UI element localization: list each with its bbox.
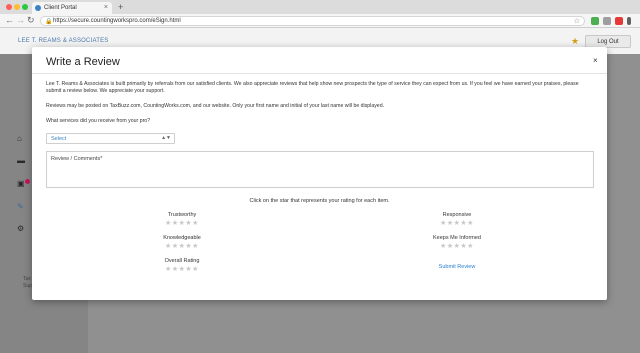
modal-title: Write a Review xyxy=(46,56,120,68)
write-review-modal: Write a Review × Lee T. Reams & Associat… xyxy=(32,47,607,300)
chat-icon[interactable]: ▬ xyxy=(17,156,25,165)
settings-icon[interactable]: ⚙ xyxy=(17,224,24,233)
minimize-window-button[interactable] xyxy=(14,4,20,10)
tab-close-icon[interactable]: × xyxy=(104,4,108,11)
favorite-star-icon[interactable]: ★ xyxy=(571,36,579,47)
browser-toolbar: ← → ↻ 🔒 https://secure.countingworkspro.… xyxy=(0,14,640,28)
services-question: What services did you receive from your … xyxy=(46,118,151,124)
select-value: Select xyxy=(51,136,67,142)
browser-tab[interactable]: Client Portal × xyxy=(32,2,112,14)
rating-label-keeps-me-informed: Keeps Me Informed xyxy=(433,235,481,241)
close-icon[interactable]: × xyxy=(593,56,598,65)
browser-tab-bar: Client Portal × + xyxy=(0,0,640,14)
documents-icon[interactable]: ▣ xyxy=(17,179,25,188)
intro-text: Lee T. Reams & Associates is built prima… xyxy=(46,81,579,95)
rating-label-responsive: Responsive xyxy=(442,212,472,218)
services-select[interactable]: Select ▲▼ xyxy=(46,133,175,144)
forward-icon[interactable]: → xyxy=(16,15,25,25)
rating-instruction: Click on the star that represents your r… xyxy=(249,198,390,204)
review-comments-textarea[interactable]: Review / Comments* xyxy=(46,151,594,188)
bookmark-icon[interactable]: ☆ xyxy=(574,17,580,25)
maximize-window-button[interactable] xyxy=(22,4,28,10)
extension-icon[interactable] xyxy=(603,17,611,25)
lock-icon: 🔒 xyxy=(45,19,53,25)
star-rating-trustworthy[interactable]: ★★★★★ xyxy=(142,219,222,227)
chevron-updown-icon: ▲▼ xyxy=(161,135,171,141)
brand-name: LEE T. REAMS & ASSOCIATES xyxy=(18,38,109,44)
extension-icon[interactable] xyxy=(591,17,599,25)
star-rating-keeps-me-informed[interactable]: ★★★★★ xyxy=(417,242,497,250)
close-window-button[interactable] xyxy=(6,4,12,10)
home-icon[interactable]: ⌂ xyxy=(17,134,22,143)
posting-note: Reviews may be posted on TaxBuzz.com, Co… xyxy=(46,103,385,109)
tab-title: Client Portal xyxy=(44,5,77,11)
reload-icon[interactable]: ↻ xyxy=(27,15,35,26)
submit-review-link[interactable]: Submit Review xyxy=(417,264,497,270)
extension-icon[interactable] xyxy=(615,17,623,25)
browser-menu-icon[interactable] xyxy=(627,17,631,25)
new-tab-button[interactable]: + xyxy=(118,2,123,12)
modal-divider xyxy=(32,73,607,74)
star-rating-responsive[interactable]: ★★★★★ xyxy=(417,219,497,227)
star-rating-knowledgeable[interactable]: ★★★★★ xyxy=(142,242,222,250)
favicon-icon xyxy=(35,5,41,11)
rating-label-trustworthy: Trustworthy xyxy=(167,212,197,218)
rating-label-knowledgeable: Knowledgeable xyxy=(163,235,201,241)
notification-badge xyxy=(25,179,30,184)
edit-icon[interactable]: ✎ xyxy=(17,202,24,211)
url-text: https://secure.countingworkspro.com/eSig… xyxy=(53,18,181,24)
star-rating-overall[interactable]: ★★★★★ xyxy=(142,265,222,273)
address-bar[interactable]: 🔒 https://secure.countingworkspro.com/eS… xyxy=(40,16,585,26)
rating-label-overall: Overall Rating xyxy=(164,258,200,264)
back-icon[interactable]: ← xyxy=(5,15,14,25)
sidebar-text: Tax xyxy=(23,276,31,282)
